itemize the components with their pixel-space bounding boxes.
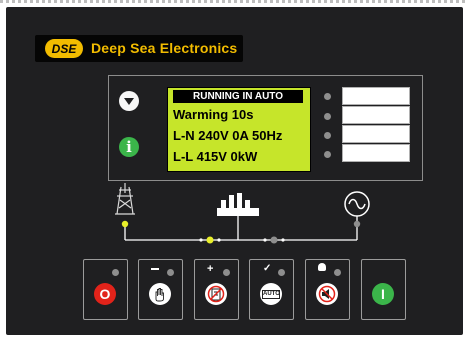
hand-icon	[155, 288, 164, 302]
gen-breaker-led	[270, 236, 278, 244]
factory-icon	[217, 193, 259, 216]
node-dot	[263, 238, 267, 242]
test-mode-icon	[207, 285, 225, 303]
minus-icon	[151, 268, 159, 270]
test-led	[223, 269, 230, 276]
mains-available-led	[121, 220, 129, 228]
stop-led	[112, 269, 119, 276]
alarm-mute-icon	[318, 285, 336, 303]
lamp-icon	[318, 263, 326, 271]
node-dot	[281, 238, 285, 242]
auto-led	[278, 269, 285, 276]
start-icon: I	[381, 286, 385, 302]
bus-lines	[124, 216, 358, 241]
mute-led	[334, 269, 341, 276]
stop-icon: O	[99, 286, 111, 302]
test-button-group: +	[194, 259, 239, 320]
plus-icon: +	[207, 263, 214, 275]
auto-button-group: ✓ AUTO	[249, 259, 294, 320]
mains-breaker-led	[206, 236, 214, 244]
test-button[interactable]	[205, 283, 227, 305]
manual-led	[167, 269, 174, 276]
start-button[interactable]: I	[372, 283, 394, 305]
stop-reset-button-group: O	[83, 259, 128, 320]
alarm-mute-button-group	[305, 259, 350, 320]
controller-panel: DSE Deep Sea Electronics i RUNNING IN AU…	[0, 0, 465, 338]
manual-button[interactable]	[149, 283, 171, 305]
alarm-mute-button[interactable]	[316, 283, 338, 305]
stop-reset-button[interactable]: O	[94, 283, 116, 305]
auto-button[interactable]: AUTO	[260, 283, 282, 305]
start-button-group: I	[361, 259, 406, 320]
manual-button-group	[138, 259, 183, 320]
gen-available-led	[353, 220, 361, 228]
check-icon: ✓	[263, 263, 272, 274]
node-dot	[217, 238, 221, 242]
auto-icon: AUTO	[262, 290, 280, 299]
node-dot	[199, 238, 203, 242]
ac-sine-icon	[344, 191, 370, 217]
transmission-tower-icon	[115, 183, 135, 215]
